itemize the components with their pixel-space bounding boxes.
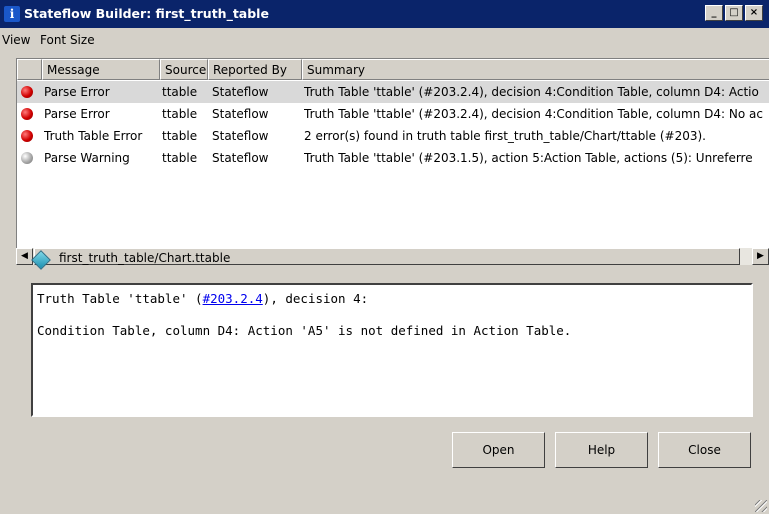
column-header-message[interactable]: Message <box>42 59 160 80</box>
cell-message: Parse Warning <box>44 151 130 165</box>
object-path: first_truth_table/Chart.ttable <box>59 251 231 265</box>
open-button[interactable]: Open <box>452 432 545 468</box>
scroll-right-icon[interactable]: ▶ <box>752 248 769 265</box>
cell-reported-by: Stateflow <box>212 151 269 165</box>
cell-message: Truth Table Error <box>44 129 143 143</box>
info-icon: i <box>4 6 20 22</box>
cell-source: ttable <box>162 129 198 143</box>
detail-line-2: Condition Table, column D4: Action 'A5' … <box>37 323 572 338</box>
menu-view[interactable]: View <box>2 33 30 47</box>
warning-status-icon <box>21 152 33 164</box>
scroll-left-icon[interactable]: ◀ <box>16 248 33 265</box>
cell-reported-by: Stateflow <box>212 129 269 143</box>
detail-line-1: Truth Table 'ttable' (#203.2.4), decisio… <box>37 291 747 307</box>
menu-font-size[interactable]: Font Size <box>40 33 95 47</box>
column-header-status[interactable] <box>17 59 42 80</box>
cell-reported-by: Stateflow <box>212 85 269 99</box>
column-header-reported-by[interactable]: Reported By <box>208 59 302 80</box>
detail-line-1-prefix: Truth Table 'ttable' ( <box>37 291 203 306</box>
error-status-icon <box>21 108 33 120</box>
cell-message: Parse Error <box>44 85 110 99</box>
minimize-button[interactable]: _ <box>705 5 723 21</box>
maximize-button[interactable]: □ <box>725 5 743 21</box>
cell-summary: Truth Table 'ttable' (#203.2.4), decisio… <box>304 107 763 121</box>
cell-source: ttable <box>162 107 198 121</box>
cell-summary: 2 error(s) found in truth table first_tr… <box>304 129 706 143</box>
help-button[interactable]: Help <box>555 432 648 468</box>
cell-source: ttable <box>162 151 198 165</box>
table-row[interactable]: Parse Warning ttable Stateflow Truth Table … <box>17 147 769 169</box>
window-controls: _ □ × <box>705 5 763 21</box>
menu-bar: View Font Size <box>0 30 769 50</box>
close-window-button[interactable]: × <box>745 5 763 21</box>
error-status-icon <box>21 130 33 142</box>
window-title: Stateflow Builder: first_truth_table <box>24 6 269 21</box>
column-header-source[interactable]: Source <box>160 59 208 80</box>
cell-source: ttable <box>162 85 198 99</box>
cell-summary: Truth Table 'ttable' (#203.2.4), decisio… <box>304 85 759 99</box>
resize-grip[interactable] <box>755 500 767 512</box>
table-row[interactable]: Parse Error ttable Stateflow Truth Table 't… <box>17 81 769 103</box>
object-id-link[interactable]: #203.2.4 <box>203 291 263 306</box>
cell-summary: Truth Table 'ttable' (#203.1.5), action … <box>304 151 753 165</box>
cell-message: Parse Error <box>44 107 110 121</box>
table-row[interactable]: Truth Table Error ttable Stateflow 2 error(… <box>17 125 769 147</box>
cell-reported-by: Stateflow <box>212 107 269 121</box>
stateflow-builder-window: i Stateflow Builder: first_truth_table _… <box>0 0 769 514</box>
error-status-icon <box>21 86 33 98</box>
detail-line-1-suffix: ), decision 4: <box>262 291 369 306</box>
message-list[interactable]: Message Source Reported By Summary Parse… <box>16 58 769 249</box>
message-detail: Truth Table 'ttable' (#203.2.4), decisio… <box>31 283 753 417</box>
close-button[interactable]: Close <box>658 432 751 468</box>
table-row[interactable]: Parse Error ttable Stateflow Truth Table 't… <box>17 103 769 125</box>
title-bar[interactable]: i Stateflow Builder: first_truth_table _… <box>0 0 769 28</box>
column-header-summary[interactable]: Summary <box>302 59 769 80</box>
